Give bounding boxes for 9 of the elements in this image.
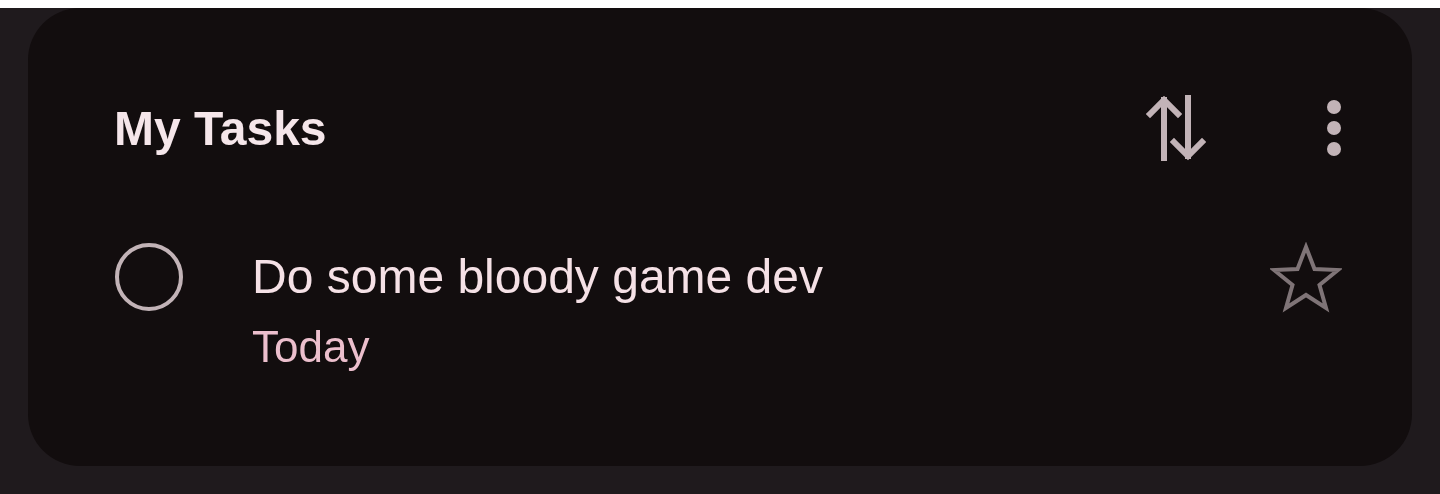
task-checkbox[interactable]: [114, 242, 184, 312]
more-button[interactable]: [1326, 99, 1342, 157]
list-title: My Tasks: [114, 100, 328, 156]
more-icon: [1326, 99, 1342, 157]
sort-arrows-icon: [1146, 92, 1206, 164]
task-title: Do some bloody game dev: [252, 249, 824, 305]
due-date: Today: [252, 322, 370, 372]
star-button[interactable]: [1270, 242, 1342, 314]
sort-button[interactable]: [1146, 92, 1206, 164]
